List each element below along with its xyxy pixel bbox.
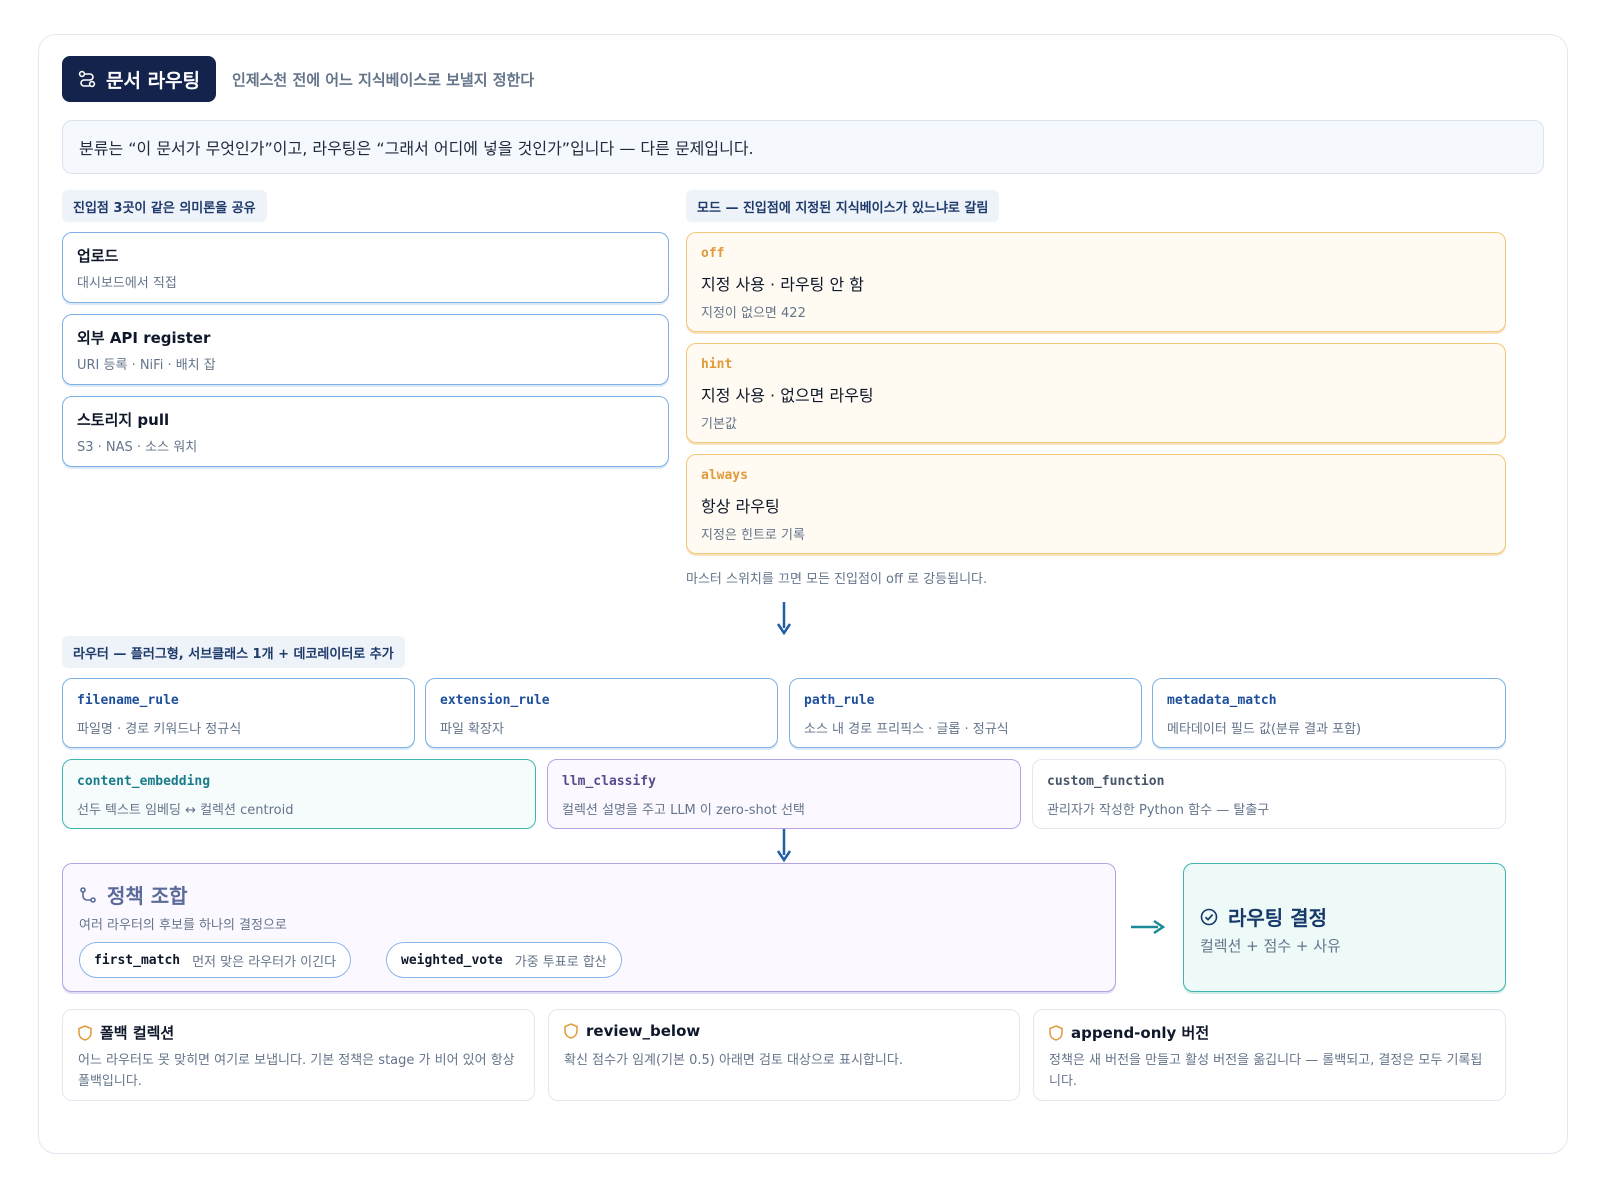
mode-key: off: [701, 246, 725, 261]
decision-title-text: 라우팅 결정: [1228, 906, 1327, 930]
decision-title: 라우팅 결정: [1200, 902, 1327, 931]
mode-desc: 기본값: [701, 417, 737, 432]
routers-tag: 라우터 — 플러그형, 서브클래스 1개 + 데코레이터로 추가: [62, 636, 405, 668]
shield-icon: [78, 1024, 92, 1041]
router-desc: 선두 텍스트 임베딩 ↔ 컬렉션 centroid: [77, 803, 294, 818]
note-title: append-only 버전: [1049, 1022, 1209, 1043]
entry-points-tag: 진입점 3곳이 같은 의미론을 공유: [62, 190, 267, 222]
note-title-text: append-only 버전: [1071, 1024, 1210, 1042]
route-icon: [78, 70, 96, 88]
note-fallback-collection: 폴백 컬렉션 어느 라우터도 못 맞히면 여기로 보냅니다. 기본 정책은 st…: [62, 1009, 535, 1101]
mode-key: hint: [701, 357, 733, 372]
router-desc: 파일명 · 경로 키워드나 정규식: [77, 722, 242, 737]
chip-key: weighted_vote: [401, 952, 503, 968]
title-badge: 문서 라우팅: [62, 56, 217, 102]
mode-desc: 지정이 없으면 422: [701, 306, 806, 321]
router-filename-rule: filename_rule 파일명 · 경로 키워드나 정규식: [62, 678, 415, 748]
router-desc: 컬렉션 설명을 주고 LLM 이 zero-shot 선택: [562, 803, 805, 818]
router-llm-classify: llm_classify 컬렉션 설명을 주고 LLM 이 zero-shot …: [547, 759, 1021, 829]
chip-desc: 먼저 맞은 라우터가 이긴다: [192, 954, 337, 970]
note-title: review_below: [564, 1022, 700, 1040]
right-arrow-icon: [1131, 919, 1166, 935]
router-key: filename_rule: [77, 693, 179, 708]
mode-hint: hint 지정 사용 · 없으면 라우팅 기본값: [686, 343, 1506, 443]
page-subtitle: 인제스천 전에 어느 지식베이스로 보낼지 정한다: [232, 70, 535, 89]
entry-external-api: 외부 API register URI 등록 · NiFi · 배치 잡: [62, 314, 669, 385]
page-title: 문서 라우팅: [106, 69, 201, 92]
shield-icon: [564, 1023, 578, 1039]
note-title-text: 폴백 컬렉션: [100, 1024, 175, 1042]
policy-chip-weighted-vote: weighted_vote 가중 투표로 합산: [386, 942, 622, 978]
intro-text: 분류는 “이 문서가 무엇인가”이고, 라우팅은 “그래서 어디에 넣을 것인가…: [79, 139, 754, 158]
entry-desc: S3 · NAS · 소스 워치: [77, 440, 198, 455]
note-desc: 확신 점수가 임계(기본 0.5) 아래면 검토 대상으로 표시합니다.: [564, 1053, 903, 1068]
entry-upload: 업로드 대시보드에서 직접: [62, 232, 669, 303]
router-metadata-match: metadata_match 메타데이터 필드 값(분류 결과 포함): [1152, 678, 1506, 748]
router-key: metadata_match: [1167, 693, 1277, 708]
entry-desc: 대시보드에서 직접: [77, 276, 177, 291]
policy-title-text: 정책 조합: [107, 884, 188, 908]
policy-chip-first-match: first_match 먼저 맞은 라우터가 이긴다: [79, 942, 352, 978]
mode-title: 지정 사용 · 라우팅 안 함: [701, 275, 864, 294]
router-key: content_embedding: [77, 774, 211, 789]
entry-storage-pull: 스토리지 pull S3 · NAS · 소스 워치: [62, 396, 669, 467]
mode-desc: 지정은 힌트로 기록: [701, 528, 805, 543]
shield-icon: [1049, 1024, 1063, 1041]
entry-desc: URI 등록 · NiFi · 배치 잡: [77, 358, 216, 373]
router-path-rule: path_rule 소스 내 경로 프리픽스 · 글롭 · 정규식: [789, 678, 1142, 748]
routing-decision: 라우팅 결정 컬렉션 + 점수 + 사유: [1183, 863, 1506, 992]
mode-title: 항상 라우팅: [701, 497, 780, 516]
router-key: llm_classify: [562, 774, 656, 789]
mode-always: always 항상 라우팅 지정은 힌트로 기록: [686, 454, 1506, 554]
modes-tag: 모드 — 진입점에 지정된 지식베이스가 있느냐로 갈림: [686, 190, 1000, 222]
chip-key: first_match: [94, 952, 181, 968]
router-custom-function: custom_function 관리자가 작성한 Python 함수 — 탈출구: [1032, 759, 1506, 829]
mode-title: 지정 사용 · 없으면 라우팅: [701, 386, 874, 405]
policy-desc: 여러 라우터의 후보를 하나의 결정으로: [79, 918, 287, 933]
router-key: custom_function: [1047, 774, 1165, 789]
entry-title: 외부 API register: [77, 329, 211, 347]
router-key: extension_rule: [440, 693, 550, 708]
note-title-text: review_below: [586, 1022, 701, 1040]
intro-banner: 분류는 “이 문서가 무엇인가”이고, 라우팅은 “그래서 어디에 넣을 것인가…: [62, 120, 1544, 174]
router-desc: 소스 내 경로 프리픽스 · 글롭 · 정규식: [804, 722, 1009, 737]
header: 문서 라우팅 인제스천 전에 어느 지식베이스로 보낼지 정한다: [62, 56, 534, 102]
policy-panel: 정책 조합 여러 라우터의 후보를 하나의 결정으로 first_match 먼…: [62, 863, 1116, 992]
down-arrow-icon: [776, 829, 792, 863]
router-key: path_rule: [804, 693, 875, 708]
chip-desc: 가중 투표로 합산: [514, 954, 607, 970]
router-desc: 메타데이터 필드 값(분류 결과 포함): [1167, 722, 1362, 737]
entry-title: 업로드: [77, 247, 119, 265]
check-circle-icon: [1200, 908, 1218, 925]
mode-off: off 지정 사용 · 라우팅 안 함 지정이 없으면 422: [686, 232, 1506, 332]
note-review-below: review_below 확신 점수가 임계(기본 0.5) 아래면 검토 대상…: [548, 1009, 1020, 1101]
branch-icon: [80, 886, 96, 903]
policy-title: 정책 조합: [79, 880, 188, 909]
entry-title: 스토리지 pull: [77, 411, 170, 429]
router-desc: 관리자가 작성한 Python 함수 — 탈출구: [1047, 803, 1270, 818]
modes-note: 마스터 스위치를 끄면 모든 진입점이 off 로 강등됩니다.: [686, 572, 988, 587]
router-extension-rule: extension_rule 파일 확장자: [425, 678, 778, 748]
note-desc: 정책은 새 버전을 만들고 활성 버전을 옮깁니다 — 롤백되고, 결정은 모두…: [1049, 1053, 1483, 1089]
note-title: 폴백 컬렉션: [78, 1022, 174, 1043]
router-content-embedding: content_embedding 선두 텍스트 임베딩 ↔ 컬렉션 centr…: [62, 759, 536, 829]
mode-key: always: [701, 468, 748, 483]
note-append-only-version: append-only 버전 정책은 새 버전을 만들고 활성 버전을 옮깁니다…: [1033, 1009, 1506, 1101]
decision-desc: 컬렉션 + 점수 + 사유: [1200, 937, 1341, 955]
down-arrow-icon: [776, 602, 792, 636]
note-desc: 어느 라우터도 못 맞히면 여기로 보냅니다. 기본 정책은 stage 가 비…: [78, 1053, 515, 1089]
router-desc: 파일 확장자: [440, 722, 504, 737]
